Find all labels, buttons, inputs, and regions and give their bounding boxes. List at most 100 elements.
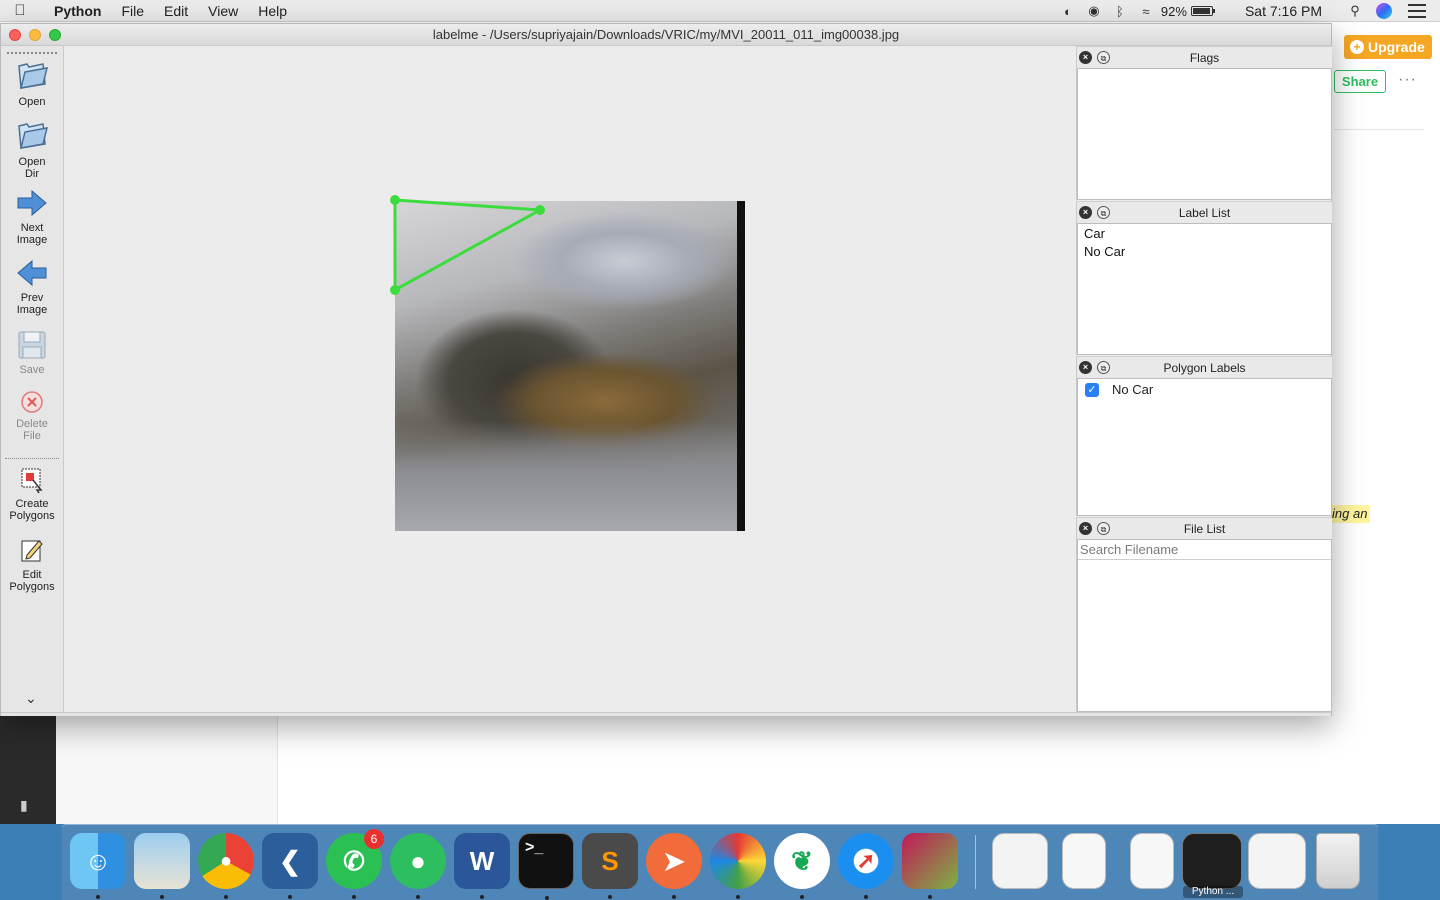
upgrade-plus-icon: + bbox=[1350, 40, 1364, 54]
prev-image-label-line1: Prev bbox=[20, 292, 44, 304]
maximize-window-button[interactable] bbox=[49, 29, 61, 41]
running-indicator bbox=[800, 895, 804, 899]
image-canvas[interactable] bbox=[65, 46, 1076, 712]
notification-center-icon[interactable] bbox=[1408, 4, 1426, 18]
polygon-label-item[interactable]: ✓ No Car bbox=[1078, 379, 1331, 400]
open-button[interactable]: Open bbox=[1, 58, 63, 108]
edit-polygons-button[interactable]: Edit Polygons bbox=[1, 537, 63, 593]
close-window-button[interactable] bbox=[9, 29, 21, 41]
polygon-visible-checkbox[interactable]: ✓ bbox=[1085, 382, 1099, 397]
vscode-logo-icon: ❮ bbox=[279, 846, 301, 876]
float-panel-icon[interactable]: ⧉ bbox=[1097, 51, 1110, 64]
edit-polygons-label-line1: Edit bbox=[22, 569, 42, 581]
edit-polygons-label-line2: Polygons bbox=[9, 581, 55, 593]
share-button[interactable]: Share bbox=[1334, 70, 1386, 93]
dock-evernote-icon[interactable]: ● bbox=[390, 833, 446, 899]
menu-help[interactable]: Help bbox=[248, 3, 297, 19]
delete-file-label-line1: Delete bbox=[16, 418, 48, 430]
menu-view[interactable]: View bbox=[198, 3, 248, 19]
open-dir-label-line1: Open bbox=[18, 156, 46, 168]
dock-vscode-icon[interactable]: ❮ bbox=[262, 833, 318, 899]
dock-sublime-icon[interactable]: S bbox=[582, 833, 638, 899]
float-panel-icon[interactable]: ⧉ bbox=[1097, 522, 1110, 535]
bluetooth-icon[interactable]: ᛒ bbox=[1107, 4, 1133, 19]
create-polygons-button[interactable]: Create Polygons bbox=[1, 466, 63, 522]
color-wheel-icon[interactable]: ◐ bbox=[1055, 4, 1081, 19]
dock-preview-icon[interactable] bbox=[134, 833, 190, 899]
next-image-button[interactable]: Next Image bbox=[1, 188, 63, 246]
window-title: labelme - /Users/supriyajain/Downloads/V… bbox=[432, 27, 900, 42]
close-panel-icon[interactable]: × bbox=[1079, 361, 1092, 374]
dock-anaconda-icon[interactable] bbox=[710, 833, 766, 899]
wifi-icon[interactable]: ≈ bbox=[1133, 4, 1159, 19]
dock-word-icon[interactable]: W bbox=[454, 833, 510, 899]
delete-file-button[interactable]: Delete File bbox=[1, 390, 63, 442]
menu-app-name[interactable]: Python bbox=[40, 3, 111, 19]
upgrade-label: Upgrade bbox=[1368, 39, 1425, 55]
battery-icon[interactable] bbox=[1190, 6, 1215, 16]
open-dir-label-line2: Dir bbox=[24, 168, 40, 180]
dock-mongodb-icon[interactable]: ❦ bbox=[774, 833, 830, 899]
open-dir-button[interactable]: Open Dir bbox=[1, 118, 63, 180]
dock-folder-thumb[interactable] bbox=[992, 833, 1048, 889]
divider bbox=[1334, 129, 1424, 130]
dock-trash-icon[interactable] bbox=[1316, 833, 1360, 889]
float-panel-icon[interactable]: ⧉ bbox=[1097, 206, 1110, 219]
upgrade-button[interactable]: + Upgrade bbox=[1344, 35, 1432, 59]
flags-list[interactable] bbox=[1077, 68, 1332, 200]
highlighted-text: ing an bbox=[1330, 505, 1370, 523]
float-panel-icon[interactable]: ⧉ bbox=[1097, 361, 1110, 374]
more-options-icon[interactable]: ··· bbox=[1398, 70, 1420, 90]
file-list-panel: × ⧉ File List bbox=[1076, 517, 1332, 712]
prev-image-label-line2: Image bbox=[16, 304, 48, 316]
menu-edit[interactable]: Edit bbox=[154, 3, 198, 19]
close-panel-icon[interactable]: × bbox=[1079, 51, 1092, 64]
search-filename-input[interactable] bbox=[1078, 540, 1331, 560]
create-polygon-icon bbox=[21, 468, 43, 494]
menu-file[interactable]: File bbox=[111, 3, 154, 19]
dock-document-thumb[interactable] bbox=[1130, 833, 1174, 889]
toolbar-grip[interactable] bbox=[7, 52, 57, 54]
clock[interactable]: Sat 7:16 PM bbox=[1231, 3, 1342, 19]
dock-terminal-icon[interactable]: >_ bbox=[518, 833, 574, 900]
pin-icon[interactable]: ▮ bbox=[20, 798, 34, 812]
polygon-labels-list[interactable]: ✓ No Car bbox=[1077, 378, 1332, 516]
dock-chrome-icon[interactable]: ● bbox=[198, 833, 254, 899]
floppy-disk-icon bbox=[18, 331, 46, 359]
evernote-icon[interactable]: ◉ bbox=[1081, 3, 1107, 19]
dock-whatsapp-icon[interactable]: ✆ 6 bbox=[326, 829, 384, 899]
dock-finder-icon[interactable]: ☺ bbox=[70, 833, 126, 899]
label-item-car[interactable]: Car bbox=[1078, 225, 1331, 243]
terminal-prompt-icon: >_ bbox=[525, 839, 544, 856]
close-panel-icon[interactable]: × bbox=[1079, 522, 1092, 535]
dock-safari-icon[interactable]: ➚ bbox=[838, 833, 894, 899]
toolbar-expand-chevron-icon[interactable]: ⌄ bbox=[25, 690, 37, 707]
dock-app-icon[interactable] bbox=[902, 833, 958, 899]
running-indicator bbox=[864, 895, 868, 899]
polygon-labels-header: × ⧉ Polygon Labels bbox=[1077, 356, 1332, 378]
prev-image-button[interactable]: Prev Image bbox=[1, 258, 63, 316]
running-indicator bbox=[672, 895, 676, 899]
mongodb-leaf-icon: ❦ bbox=[791, 846, 813, 876]
file-list[interactable] bbox=[1077, 539, 1332, 712]
close-panel-icon[interactable]: × bbox=[1079, 206, 1092, 219]
image-road-region bbox=[395, 421, 745, 531]
apple-menu-icon[interactable]:  bbox=[0, 2, 40, 19]
edit-pencil-icon bbox=[21, 540, 43, 562]
label-list[interactable]: Car No Car bbox=[1077, 223, 1332, 355]
background-sidebar: ▮ bbox=[0, 716, 56, 824]
dock-postman-icon[interactable]: ➤ bbox=[646, 833, 702, 899]
word-w-icon: W bbox=[469, 846, 495, 876]
siri-icon[interactable] bbox=[1376, 3, 1392, 19]
running-indicator bbox=[608, 895, 612, 899]
dock-python-window-thumb[interactable]: Python ... bbox=[1182, 833, 1243, 898]
minimize-window-button[interactable] bbox=[29, 29, 41, 41]
menu-bar:  Python File Edit View Help ◐ ◉ ᛒ ≈ 92%… bbox=[0, 0, 1440, 22]
dock-document-thumb[interactable] bbox=[1062, 833, 1106, 889]
flags-panel-header: × ⧉ Flags bbox=[1077, 46, 1332, 68]
save-button[interactable]: Save bbox=[1, 330, 63, 376]
dock-whatsapp-window-thumb[interactable] bbox=[1248, 833, 1306, 889]
label-item-no-car[interactable]: No Car bbox=[1078, 243, 1331, 261]
spotlight-search-icon[interactable]: ⚲ bbox=[1342, 3, 1368, 19]
status-bar bbox=[1, 712, 1331, 716]
